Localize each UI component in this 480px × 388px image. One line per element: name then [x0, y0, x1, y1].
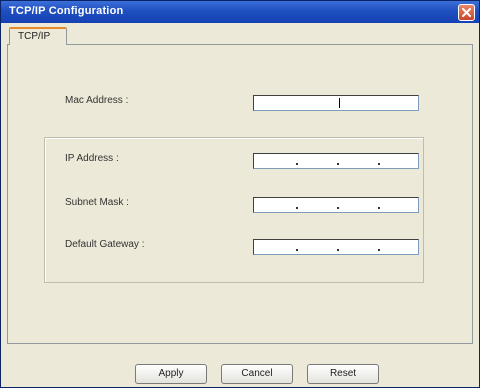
- octet-separator: [378, 207, 380, 209]
- title-bar[interactable]: TCP/IP Configuration: [1, 1, 479, 23]
- window-title: TCP/IP Configuration: [9, 5, 124, 17]
- octet-separator: [378, 163, 380, 165]
- octet-separator: [296, 207, 298, 209]
- close-icon: [462, 8, 471, 17]
- octet-separator: [296, 163, 298, 165]
- cancel-button[interactable]: Cancel: [221, 364, 293, 384]
- default-gateway-field[interactable]: [253, 239, 419, 255]
- octet-separator: [378, 249, 380, 251]
- tab-tcpip[interactable]: TCP/IP: [9, 27, 67, 45]
- octet-separator: [337, 207, 339, 209]
- default-gateway-label: Default Gateway :: [65, 239, 145, 250]
- mac-address-label: Mac Address :: [65, 95, 129, 106]
- octet-separator: [296, 249, 298, 251]
- text-caret: [339, 98, 340, 108]
- tab-tcpip-label: TCP/IP: [18, 31, 51, 42]
- ip-address-label: IP Address :: [65, 153, 119, 164]
- apply-button[interactable]: Apply: [135, 364, 207, 384]
- ip-address-field[interactable]: [253, 153, 419, 169]
- octet-separator: [337, 163, 339, 165]
- reset-button[interactable]: Reset: [307, 364, 379, 384]
- octet-separator: [337, 249, 339, 251]
- tcpip-configuration-window: TCP/IP Configuration TCP/IP Mac Address …: [0, 0, 480, 388]
- mac-address-field[interactable]: [253, 95, 419, 111]
- subnet-mask-label: Subnet Mask :: [65, 197, 129, 208]
- subnet-mask-field[interactable]: [253, 197, 419, 213]
- close-button[interactable]: [458, 4, 475, 21]
